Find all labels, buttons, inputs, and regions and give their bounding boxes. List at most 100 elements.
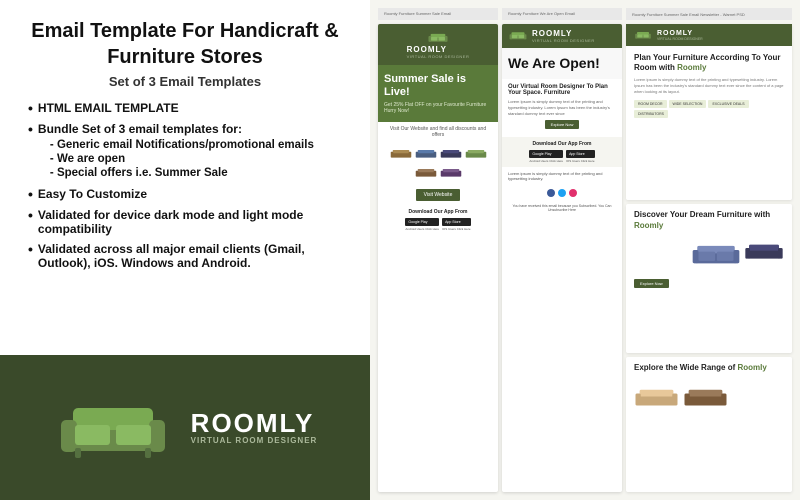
open-logo-sub: VIRTUAL ROOM DESIGNER (532, 38, 595, 43)
open-app-section: Download Our App From Google Play Androi… (502, 137, 622, 167)
google-play-badge: Google Play Android Users Click Here (405, 218, 439, 231)
wide-selection-btn[interactable]: WIDE SELECTION (669, 100, 707, 108)
discover-brand-name: Roomly (634, 221, 663, 230)
plan-rc-logo: ROOMLY (657, 30, 703, 37)
android-users-text: Android Users Click Here (405, 227, 439, 231)
brand-name: ROOMLY (191, 410, 315, 436)
open-apple-btn[interactable]: App Store (566, 150, 595, 158)
explore-couches (634, 380, 784, 416)
ios-users-text: IOS Users Click Here (442, 227, 471, 231)
brand-tagline: VIRTUAL ROOM DESIGNER (191, 436, 318, 445)
top-bar-summer: Roomly Furniture Summer Sale Email (378, 8, 498, 20)
summer-hero: Summer Sale is Live! Get 25% Flat OFF on… (378, 65, 498, 122)
summer-app-title: Download Our App From (384, 209, 492, 215)
summer-hero-sub: Get 25% Flat OFF on your Favourite Furni… (384, 102, 492, 114)
social-instagram-icon[interactable] (569, 189, 577, 197)
feature-item-2-content: Bundle Set of 3 email templates for: Gen… (38, 122, 314, 181)
open-apple-badge: App Store IOS Users Click Here (566, 150, 595, 163)
discover-explore-btn[interactable]: Explore Now (634, 279, 669, 288)
summer-couches (378, 142, 498, 185)
sub-item-3: Special offers i.e. Summer Sale (50, 167, 314, 179)
summer-card: ROOMLY VIRTUAL ROOM DESIGNER Summer Sale… (378, 24, 498, 492)
open-explore-btn[interactable]: Explore Now (545, 120, 580, 129)
open-app-badges: Google Play Android Users Click Here App… (508, 150, 616, 163)
top-bar-open: Roomly Furniture We Are Open Email (502, 8, 622, 20)
summer-sofa-icon (427, 30, 449, 45)
summer-sale-preview: Roomly Furniture Summer Sale Email ROOML… (378, 8, 498, 492)
open-sofa-icon (508, 29, 528, 42)
summer-offer-text: Visit Our Website and find all discounts… (378, 122, 498, 142)
explore-sofa-1 (634, 380, 679, 416)
open-section-1: Our Virtual Room Designer To Plan Your S… (502, 79, 622, 137)
sub-list: Generic email Notifications/promotional … (38, 139, 314, 179)
feature-text-1: HTML EMAIL TEMPLATE (38, 101, 179, 115)
social-facebook-icon[interactable] (547, 189, 555, 197)
discover-sofa-2 (744, 236, 784, 268)
couch-icon-2 (415, 146, 437, 162)
couch-icon-5 (415, 165, 437, 181)
feature-item-3: Easy To Customize (28, 187, 350, 202)
feature-text-3: Easy To Customize (38, 187, 147, 201)
plan-sofa-icon (634, 29, 652, 41)
discover-card: Discover Your Dream Furniture with Rooml… (626, 204, 792, 353)
features-section: Email Template For Handicraft & Furnitur… (0, 0, 370, 355)
app-store-badge: App Store IOS Users Click Here (442, 218, 471, 231)
plan-para: Lorem ipsum is simply dummy text of the … (634, 77, 784, 95)
couch-icon-6 (440, 165, 462, 181)
top-bar-right: Roomly Furniture Summer Sale Email Newsl… (626, 8, 792, 20)
feature-text-5: Validated across all major email clients… (38, 242, 350, 270)
exclusive-deals-btn[interactable]: EXCLUSIVE DEALS (708, 100, 748, 108)
feature-item-4: Validated for device dark mode and light… (28, 208, 350, 236)
discover-title: Discover Your Dream Furniture with Rooml… (634, 210, 784, 231)
room-decor-btn[interactable]: ROOM DECOR (634, 100, 667, 108)
open-header: ROOMLY VIRTUAL ROOM DESIGNER (502, 24, 622, 48)
summer-logo: ROOMLY (407, 45, 470, 54)
social-twitter-icon[interactable] (558, 189, 566, 197)
features-list: HTML EMAIL TEMPLATE Bundle Set of 3 emai… (20, 101, 350, 270)
couch-icon-3 (440, 146, 462, 162)
open-app-title: Download Our App From (508, 141, 616, 147)
open-google-badge: Google Play Android Users Click Here (529, 150, 563, 163)
explore-sofa-2 (683, 380, 728, 416)
open-card: ROOMLY VIRTUAL ROOM DESIGNER We Are Open… (502, 24, 622, 492)
plan-brand: ROOMLY VIRTUAL ROOM DESIGNER (657, 30, 703, 41)
right-cards-column: Roomly Furniture Summer Sale Email Newsl… (626, 8, 792, 492)
summer-header: ROOMLY VIRTUAL ROOM DESIGNER (378, 24, 498, 65)
feature-item-5: Validated across all major email clients… (28, 242, 350, 270)
open-google-btn[interactable]: Google Play (529, 150, 563, 158)
feature-text-4: Validated for device dark mode and light… (38, 208, 350, 236)
summer-app-section: Download Our App From Google Play Androi… (378, 205, 498, 235)
open-section-title: Our Virtual Room Designer To Plan Your S… (508, 84, 616, 96)
summer-brand: ROOMLY VIRTUAL ROOM DESIGNER (407, 45, 470, 59)
plan-buttons: ROOM DECOR WIDE SELECTION EXCLUSIVE DEAL… (634, 100, 784, 118)
app-store-btn[interactable]: App Store (442, 218, 471, 226)
couch-icon-1 (390, 146, 412, 162)
open-ios-text: IOS Users Click Here (566, 159, 595, 163)
summer-logo-sub: VIRTUAL ROOM DESIGNER (407, 54, 470, 59)
visit-website-btn[interactable]: Visit Website (416, 189, 461, 201)
top-bar-text-summer: Roomly Furniture Summer Sale Email (384, 11, 451, 16)
distributors-btn[interactable]: DISTRIBUTORS (634, 110, 668, 118)
feature-item-2: Bundle Set of 3 email templates for: Gen… (28, 122, 350, 181)
discover-couch-row (634, 236, 784, 274)
unsubscribe-text: You have received this email because you… (502, 201, 622, 215)
google-play-btn[interactable]: Google Play (405, 218, 439, 226)
summer-app-badges: Google Play Android Users Click Here App… (384, 218, 492, 231)
feature-item-1: HTML EMAIL TEMPLATE (28, 101, 350, 116)
plan-rc-logo-sub: VIRTUAL ROOM DESIGNER (657, 37, 703, 41)
feature-text-2: Bundle Set of 3 email templates for: (38, 122, 242, 136)
open-para: Lorem Ipsum is simply dummy text of the … (508, 99, 616, 117)
brand-footer: ROOMLY VIRTUAL ROOM DESIGNER (0, 355, 370, 500)
open-hero-text: We Are Open! (508, 56, 616, 71)
open-android-text: Android Users Click Here (529, 159, 563, 163)
plan-card: ROOMLY VIRTUAL ROOM DESIGNER Plan Your F… (626, 24, 792, 200)
brand-block: ROOMLY VIRTUAL ROOM DESIGNER (191, 410, 318, 445)
sub-item-1: Generic email Notifications/promotional … (50, 139, 314, 151)
open-para-2: Lorem ipsum is simply dummy text of the … (502, 167, 622, 185)
explore-brand-name: Roomly (738, 363, 767, 372)
summer-hero-text: Summer Sale is Live! (384, 73, 492, 99)
top-bar-text-open: Roomly Furniture We Are Open Email (508, 11, 575, 16)
left-panel: Email Template For Handicraft & Furnitur… (0, 0, 370, 500)
top-bar-text-right: Roomly Furniture Summer Sale Email Newsl… (632, 12, 745, 17)
open-hero: We Are Open! (502, 48, 622, 79)
